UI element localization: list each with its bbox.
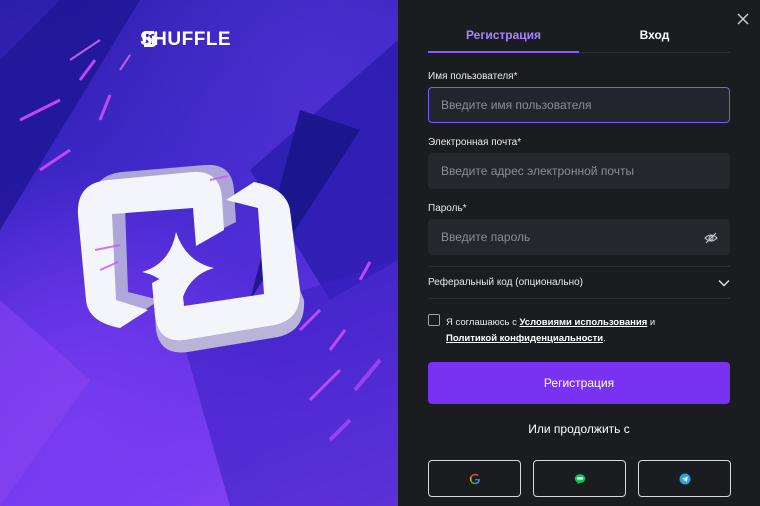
telegram-login-button[interactable] [638, 460, 731, 497]
hero-artwork: SHUFFLE [0, 0, 398, 506]
line-icon [574, 473, 585, 484]
brand-logo: SHUFFLE [140, 29, 231, 51]
password-field-box [428, 219, 730, 255]
or-continue-label: Или продолжить с [528, 422, 630, 436]
terms-link[interactable]: Условиями использования [519, 317, 647, 328]
username-input[interactable] [429, 88, 729, 122]
tab-register[interactable]: Регистрация [428, 27, 579, 52]
auth-tabs: Регистрация Вход [428, 27, 730, 53]
email-field-box [428, 153, 730, 189]
tab-login[interactable]: Вход [579, 27, 730, 52]
line-login-button[interactable] [533, 460, 626, 497]
privacy-link[interactable]: Политикой конфиденциальности [446, 333, 603, 344]
password-label: Пароль* [428, 203, 467, 214]
username-field-box [428, 87, 730, 123]
google-icon [469, 473, 480, 484]
referral-code-toggle[interactable]: Реферальный код (опционально) [428, 266, 730, 299]
registration-panel: Регистрация Вход Имя пользователя* Элект… [398, 0, 760, 506]
register-button[interactable]: Регистрация [428, 362, 730, 404]
chevron-down-icon [718, 279, 730, 286]
telegram-icon [679, 473, 690, 484]
eye-off-icon[interactable] [704, 231, 718, 245]
close-icon[interactable] [736, 12, 750, 26]
agree-text: Я соглашаюсь с Условиями использования и… [446, 315, 726, 347]
referral-label: Реферальный код (опционально) [428, 277, 583, 288]
artwork-graphic [0, 0, 398, 506]
shuffle-logo-icon [142, 31, 156, 47]
google-login-button[interactable] [428, 460, 521, 497]
active-tab-indicator [428, 51, 579, 53]
email-label: Электронная почта* [428, 137, 522, 148]
agree-suffix: . [603, 333, 606, 344]
agree-checkbox[interactable] [428, 314, 440, 326]
agree-prefix: Я соглашаюсь с [446, 317, 520, 328]
username-label: Имя пользователя* [428, 71, 518, 82]
agree-middle: и [647, 317, 656, 328]
email-input[interactable] [429, 154, 729, 188]
password-input[interactable] [429, 220, 729, 254]
